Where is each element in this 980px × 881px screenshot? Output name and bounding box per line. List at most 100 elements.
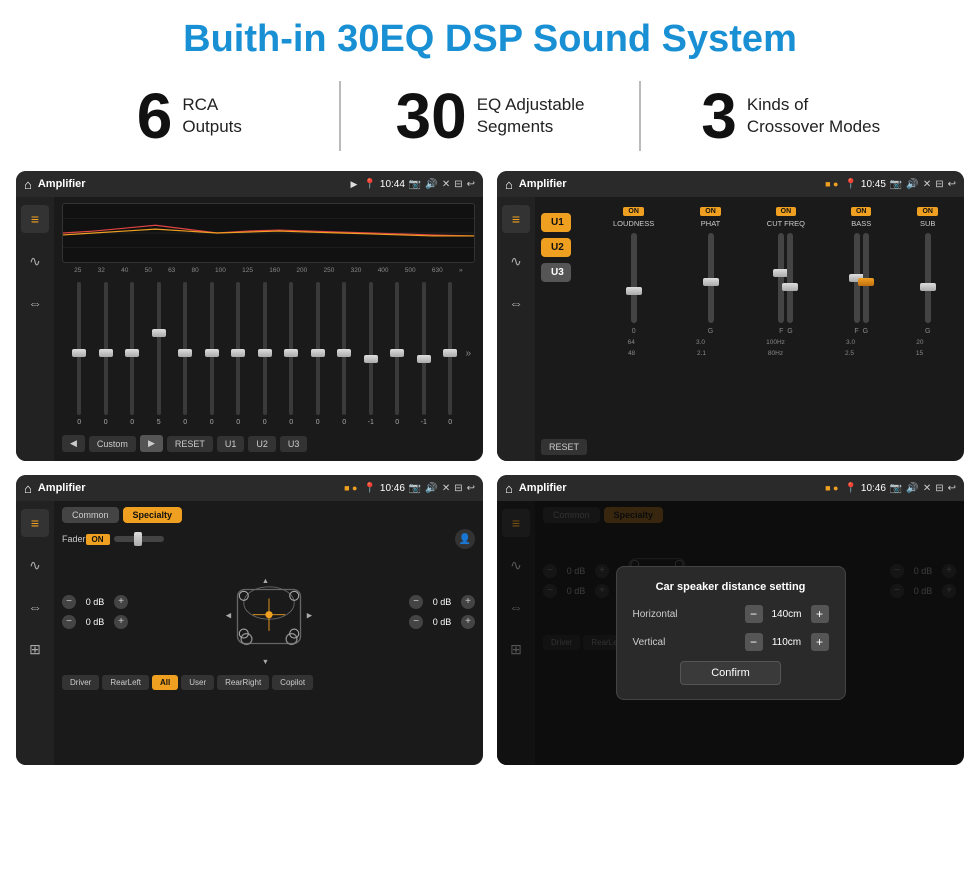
sidebar-wave-icon-3[interactable]: ∿: [21, 551, 49, 579]
sidebar-wave-icon-2[interactable]: ∿: [502, 247, 530, 275]
volume-icon-3: 🔊: [425, 483, 437, 494]
vertical-plus-btn[interactable]: +: [811, 633, 829, 651]
user-btn[interactable]: User: [181, 675, 214, 690]
home-icon-3[interactable]: ⌂: [24, 481, 32, 496]
svg-text:▲: ▲: [261, 576, 268, 585]
eq-topbar: ⌂ Amplifier ▶ 📍 10:44 📷 🔊 ✕ ⊟ ↩: [16, 171, 483, 197]
topbar-icons: 📍 10:44 📷 🔊 ✕ ⊟ ↩: [363, 179, 475, 190]
speaker-distance-dialog: Car speaker distance setting Horizontal …: [616, 566, 846, 700]
minimize-icon: ⊟: [454, 179, 462, 190]
eq-play-btn[interactable]: ▶: [140, 435, 163, 452]
phat-slider[interactable]: [708, 233, 714, 323]
sidebar-eq-icon-2[interactable]: ≡: [502, 205, 530, 233]
left-rear-minus[interactable]: −: [62, 615, 76, 629]
sidebar-eq-icon[interactable]: ≡: [21, 205, 49, 233]
copilot-btn[interactable]: Copilot: [272, 675, 313, 690]
eq-prev-btn[interactable]: ◀: [62, 435, 85, 452]
dot-icon: ■ ●: [825, 179, 838, 189]
common-tab[interactable]: Common: [62, 507, 119, 523]
eq-u1-btn[interactable]: U1: [217, 436, 245, 452]
cutfreq-on: ON: [776, 207, 797, 216]
home-icon[interactable]: ⌂: [24, 177, 32, 192]
topbar-icons-2: 📍 10:45 📷 🔊 ✕ ⊟ ↩: [844, 179, 956, 190]
svg-text:▼: ▼: [261, 657, 268, 666]
eq-screen: ⌂ Amplifier ▶ 📍 10:44 📷 🔊 ✕ ⊟ ↩ ≡ ∿ ⇔: [16, 171, 483, 461]
horizontal-plus-btn[interactable]: +: [811, 605, 829, 623]
all-btn[interactable]: All: [152, 675, 178, 690]
rearright-btn[interactable]: RearRight: [217, 675, 269, 690]
group-cutfreq: ON CUT FREQ F G: [767, 207, 805, 335]
sidebar-arrows-icon-3[interactable]: ⇔: [21, 593, 49, 621]
horizontal-row: Horizontal − 140cm +: [633, 605, 829, 623]
sidebar-expand-icon-3[interactable]: ⊞: [21, 635, 49, 663]
svg-text:◀: ◀: [225, 610, 231, 619]
car-layout: − 0 dB + − 0 dB +: [62, 553, 475, 671]
home-icon-2[interactable]: ⌂: [505, 177, 513, 192]
u1-btn[interactable]: U1: [541, 213, 571, 232]
crossover-main-area: U1 U2 U3 RESET ON LOUDNESS 0: [535, 197, 964, 461]
volume-icon-4: 🔊: [906, 483, 918, 494]
fader-on-badge: ON: [86, 534, 110, 545]
crossover-topbar: ⌂ Amplifier ■ ● 📍 10:45 📷 🔊 ✕ ⊟ ↩: [497, 171, 964, 197]
home-icon-4[interactable]: ⌂: [505, 481, 513, 496]
group-phat: ON PHAT G: [700, 207, 721, 335]
crossover-sidebar: ≡ ∿ ⇔: [497, 197, 535, 461]
cutfreq-slider-f[interactable]: [778, 233, 784, 323]
confirm-button[interactable]: Confirm: [680, 661, 781, 685]
pin-icon-4: 📍: [844, 483, 856, 494]
left-rear-value: 0 dB: [80, 617, 110, 627]
horizontal-minus-btn[interactable]: −: [745, 605, 763, 623]
volume-icon: 🔊: [425, 179, 437, 190]
loudness-slider[interactable]: [631, 233, 637, 323]
left-front-minus[interactable]: −: [62, 595, 76, 609]
right-rear-minus[interactable]: −: [409, 615, 423, 629]
rearleft-btn[interactable]: RearLeft: [102, 675, 149, 690]
eq-reset-btn[interactable]: RESET: [167, 436, 213, 452]
eq-more-icon[interactable]: »: [464, 280, 472, 426]
eq-bottom-bar: ◀ Custom ▶ RESET U1 U2 U3: [62, 432, 475, 455]
bass-label: BASS: [851, 219, 871, 228]
left-rear-ctrl: − 0 dB +: [62, 615, 128, 629]
specialty-tab[interactable]: Specialty: [123, 507, 183, 523]
sidebar-arrows-icon[interactable]: ⇔: [21, 289, 49, 317]
driver-btn[interactable]: Driver: [62, 675, 99, 690]
eq-slider-5: 0: [199, 280, 226, 426]
eq-u2-btn[interactable]: U2: [248, 436, 276, 452]
vertical-minus-btn[interactable]: −: [745, 633, 763, 651]
sidebar-wave-icon[interactable]: ∿: [21, 247, 49, 275]
u3-btn[interactable]: U3: [541, 263, 571, 282]
fader-content: ≡ ∿ ⇔ ⊞ Common Specialty Fader ON: [16, 501, 483, 765]
dialog-topbar: ⌂ Amplifier ■ ● 📍 10:46 📷 🔊 ✕ ⊟ ↩: [497, 475, 964, 501]
minimize-icon-4: ⊟: [935, 483, 943, 494]
crossover-title: Amplifier: [519, 178, 819, 190]
eq-u3-btn[interactable]: U3: [280, 436, 308, 452]
cutfreq-slider-g[interactable]: [787, 233, 793, 323]
u2-btn[interactable]: U2: [541, 238, 571, 257]
horizontal-label: Horizontal: [633, 609, 678, 620]
left-rear-plus[interactable]: +: [114, 615, 128, 629]
back-icon: ↩: [467, 179, 475, 190]
user-icon[interactable]: 👤: [455, 529, 475, 549]
stat-rca-text: RCA Outputs: [182, 94, 242, 138]
right-front-plus[interactable]: +: [461, 595, 475, 609]
fader-title: Amplifier: [38, 482, 338, 494]
camera-icon: 📷: [409, 179, 421, 190]
right-rear-plus[interactable]: +: [461, 615, 475, 629]
bass-slider-g[interactable]: [863, 233, 869, 323]
svg-text:▶: ▶: [306, 610, 312, 619]
fader-sidebar: ≡ ∿ ⇔ ⊞: [16, 501, 54, 765]
sidebar-eq-icon-3[interactable]: ≡: [21, 509, 49, 537]
crossover-groups: ON LOUDNESS 0 ON PHAT: [593, 203, 958, 455]
eq-preset-btn[interactable]: Custom: [89, 436, 136, 452]
u-buttons: U1 U2 U3 RESET: [541, 203, 587, 455]
eq-slider-0: 0: [66, 280, 93, 426]
crossover-reset-btn[interactable]: RESET: [541, 439, 587, 455]
stat-rca: 6 RCA Outputs: [60, 84, 319, 148]
right-front-minus[interactable]: −: [409, 595, 423, 609]
sub-slider[interactable]: [925, 233, 931, 323]
page-title: Buith-in 30EQ DSP Sound System: [0, 0, 980, 71]
left-front-plus[interactable]: +: [114, 595, 128, 609]
sidebar-arrows-icon-2[interactable]: ⇔: [502, 289, 530, 317]
left-front-value: 0 dB: [80, 597, 110, 607]
close-icon-4: ✕: [923, 483, 931, 494]
